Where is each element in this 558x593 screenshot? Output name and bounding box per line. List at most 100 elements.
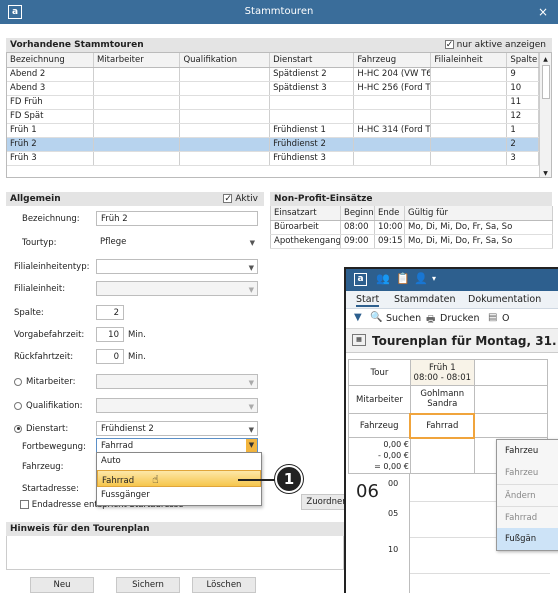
save-button[interactable]: Sichern (116, 577, 180, 593)
column-header[interactable]: Beginn (340, 206, 375, 221)
column-header[interactable]: Dienstart (269, 53, 355, 68)
table-cell: 09:00 (340, 234, 375, 249)
qualifikation-radio[interactable]: Qualifikation: (14, 401, 83, 411)
users-icon[interactable]: 👥 (376, 272, 390, 285)
table-cell: Spätdienst 3 (269, 81, 355, 96)
inset-title-bar: a 👥 📋 👤 ▾ (346, 269, 558, 291)
new-button[interactable]: Neu (30, 577, 94, 593)
only-active-toggle[interactable]: nur aktive anzeigen (444, 38, 546, 52)
filter-icon[interactable]: ▼ (354, 312, 362, 323)
tours-panel: Vorhandene Stammtouren nur aktive anzeig… (6, 38, 552, 178)
vorgabe-input[interactable]: 10 (96, 327, 124, 342)
context-item-fussgaenger[interactable]: Fußgän (497, 528, 558, 550)
calendar-icon[interactable]: ▦ (352, 334, 366, 346)
column-header[interactable]: Fahrzeug (353, 53, 432, 68)
column-header[interactable]: Gültig für (404, 206, 553, 221)
tab-stammdaten[interactable]: Stammdaten (394, 294, 456, 305)
search-icon[interactable]: 🔍 (370, 312, 382, 323)
table-row[interactable]: FD Spät 12 (7, 109, 539, 124)
filial-select[interactable]: ▼ (96, 281, 258, 296)
table-cell (179, 151, 271, 166)
close-icon[interactable]: × (538, 5, 548, 19)
table-cell (179, 67, 271, 82)
mitarbeiter-radio[interactable]: Mitarbeiter: (14, 377, 76, 387)
person-icon[interactable]: 👤 (414, 272, 428, 285)
chevron-down-icon[interactable]: ▼ (249, 401, 254, 413)
chevron-down-icon[interactable]: ▼ (249, 377, 254, 389)
table-cell (430, 67, 508, 82)
hint-textarea[interactable] (6, 536, 344, 570)
scroll-down-icon[interactable]: ▼ (540, 170, 551, 177)
column-header[interactable]: Bezeichnung (7, 53, 94, 68)
scroll-up-icon[interactable]: ▲ (540, 56, 551, 63)
column-header[interactable]: Spalte (506, 53, 539, 68)
scroll-thumb[interactable] (541, 65, 550, 99)
dropdown-option-auto[interactable]: Auto (97, 453, 261, 470)
context-item-fahrrad[interactable]: Fahrrad (497, 506, 558, 528)
chevron-down-icon[interactable]: ▼ (249, 284, 254, 296)
tour-cell[interactable]: Früh 1 08:00 - 08:01 (409, 359, 475, 386)
mitarbeiter-select[interactable]: ▼ (96, 374, 258, 389)
context-item-fahrzeug[interactable]: Fahrzeu (497, 440, 558, 462)
fahrzeug-cell[interactable]: Fahrrad (409, 412, 476, 439)
tour-time: 08:00 - 08:01 (413, 372, 472, 383)
dienstart-radio-dot[interactable] (14, 424, 22, 433)
chevron-down-icon[interactable]: ▼ (249, 262, 254, 274)
mitarbeiter-name[interactable]: Gohlmann Sandra (409, 385, 475, 414)
dropdown-option-fussgaenger[interactable]: Fussgänger (97, 487, 261, 504)
chevron-down-icon[interactable]: ▼ (249, 424, 254, 436)
print-icon[interactable]: 🖶 (426, 312, 435, 329)
print-button[interactable]: Drucken (440, 313, 480, 324)
tab-start[interactable]: Start (356, 294, 380, 307)
chevron-down-icon[interactable]: ▼ (246, 439, 257, 452)
table-row[interactable]: Abend 3 Spätdienst 3 H-HC 256 (Ford Tra 10 (7, 81, 539, 96)
only-active-checkbox[interactable] (444, 38, 454, 52)
active-checkbox[interactable] (223, 192, 233, 206)
context-item-aendern[interactable]: Ändern (497, 484, 558, 506)
callout-line (238, 479, 276, 481)
table-row[interactable]: Früh 1 Frühdienst 1 H-HC 314 (Ford Tra 1 (7, 123, 539, 138)
table-row[interactable]: Büroarbeit 08:00 10:00 Mo, Di, Mi, Do, Fr, … (270, 220, 553, 235)
empty-cell (473, 359, 549, 386)
table-cell: Abend 3 (7, 81, 94, 96)
column-header[interactable]: Einsatzart (270, 206, 341, 221)
fortbewegung-select[interactable]: Fahrrad ▼ (96, 438, 258, 453)
document-user-icon[interactable]: 📋 (396, 272, 410, 285)
active-toggle[interactable]: Aktiv (223, 192, 258, 206)
qualifikation-select[interactable]: ▼ (96, 398, 258, 413)
column-header[interactable]: Ende (374, 206, 405, 221)
table-row[interactable]: FD Früh 11 (7, 95, 539, 110)
mitarbeiter-radio-dot[interactable] (14, 377, 22, 386)
column-header[interactable]: Mitarbeiter (93, 53, 181, 68)
endadresse-checkbox[interactable] (20, 500, 29, 509)
extra-button[interactable]: O (502, 313, 509, 324)
delete-button[interactable]: Löschen (192, 577, 256, 593)
spalte-input[interactable]: 2 (96, 305, 124, 320)
bezeichnung-input[interactable]: Früh 2 (96, 211, 258, 226)
quick-access-dropdown-icon[interactable]: ▾ (432, 274, 436, 283)
table-row[interactable]: Apothekengang 09:00 09:15 Mo, Di, Mi, Do, F… (270, 234, 553, 249)
filialtyp-select[interactable]: ▼ (96, 259, 258, 274)
money-value-1: 0,00 € (383, 440, 409, 449)
dropdown-option-fahrrad[interactable]: Fahrrad ☝ (97, 470, 261, 487)
column-header[interactable]: Qualifikation (179, 53, 271, 68)
title-bar: a Stammtouren × (0, 0, 558, 24)
chevron-down-icon[interactable]: ▼ (250, 237, 255, 249)
table-row[interactable]: Früh 2 Frühdienst 2 2 (7, 137, 539, 152)
qualifikation-radio-dot[interactable] (14, 401, 22, 410)
tab-dokumentation[interactable]: Dokumentation (468, 294, 541, 305)
dienstart-radio[interactable]: Dienstart: (14, 424, 68, 434)
list-icon[interactable]: ▤ (488, 312, 497, 323)
context-item-fahrzeug-2[interactable]: Fahrzeu (497, 462, 558, 484)
dienstart-select[interactable]: Frühdienst 2 ▼ (96, 421, 258, 436)
table-row[interactable]: Abend 2 Spätdienst 2 H-HC 204 (VW T6) 9 (7, 67, 539, 82)
search-button[interactable]: Suchen (386, 313, 421, 324)
table-row[interactable]: Früh 3 Frühdienst 3 3 (7, 151, 539, 166)
rueck-input[interactable]: 0 (96, 349, 124, 364)
table-cell (430, 109, 508, 124)
table-cell (93, 95, 181, 110)
tours-scrollbar[interactable]: ▲ ▼ (539, 53, 551, 177)
table-cell: Früh 2 (7, 137, 94, 152)
tourtyp-select[interactable]: Pflege ▼ (96, 235, 258, 250)
column-header[interactable]: Filialeinheit (430, 53, 508, 68)
